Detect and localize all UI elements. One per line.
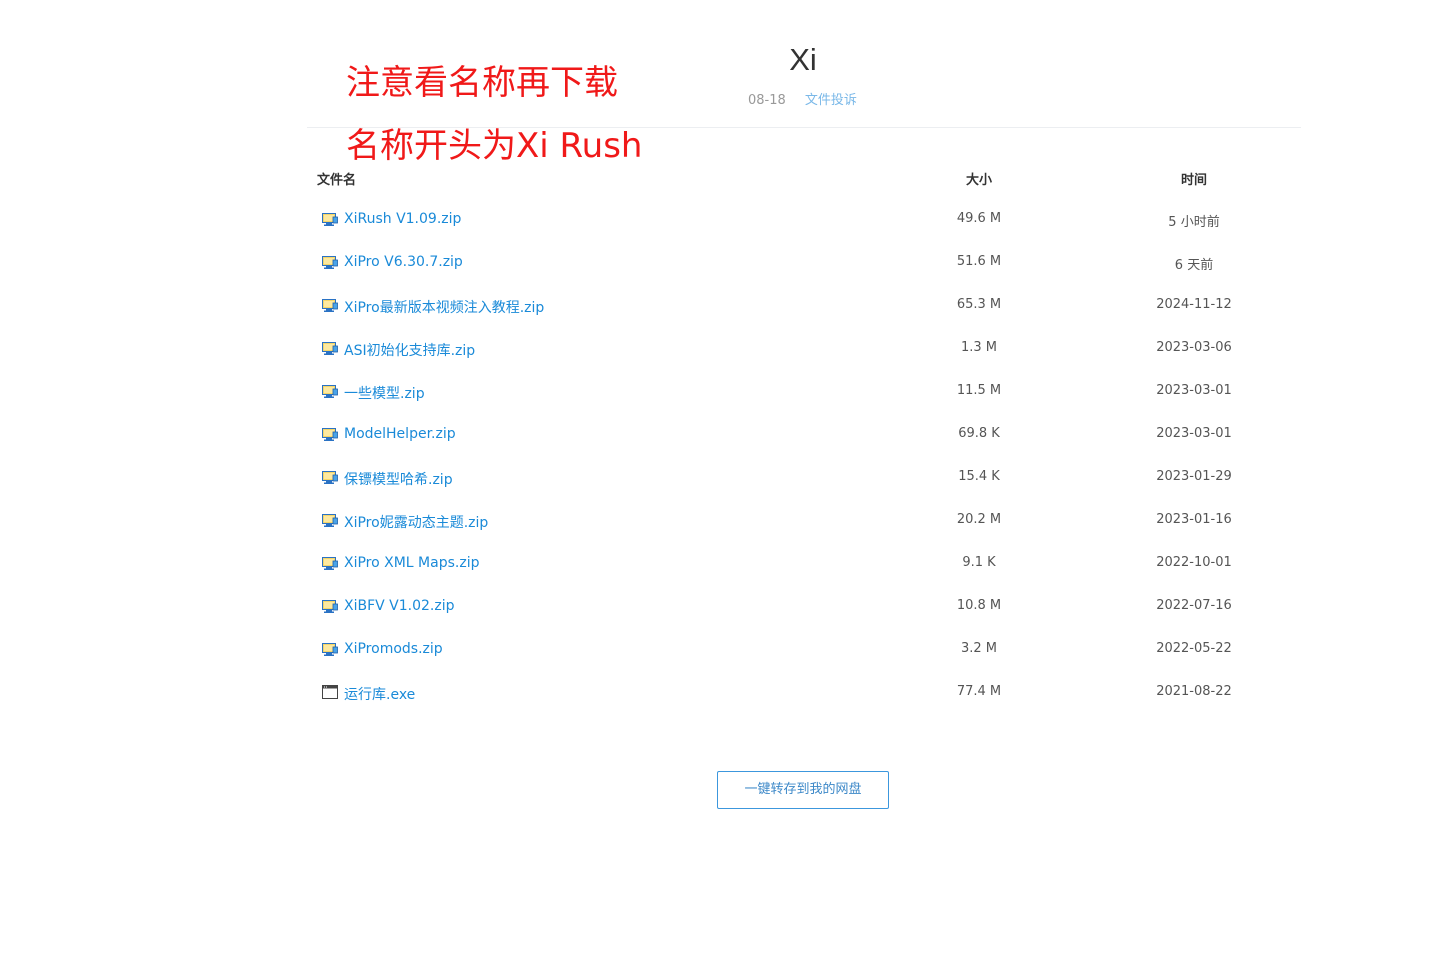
file-size: 10.8 M	[956, 598, 1002, 613]
zip-archive-icon	[322, 641, 338, 657]
file-size: 51.6 M	[956, 254, 1002, 269]
zip-archive-icon	[322, 297, 338, 313]
file-time: 6 天前	[1174, 258, 1214, 273]
table-row: XiPro XML Maps.zip 9.1 K 2022-10-01	[307, 542, 1301, 585]
file-name-link[interactable]: 一些模型.zip	[344, 383, 425, 403]
zip-archive-icon	[322, 340, 338, 356]
file-time: 2023-01-29	[1156, 469, 1232, 484]
table-row: 运行库.exe 77.4 M 2021-08-22	[307, 671, 1301, 714]
save-to-netdisk-button[interactable]: 一键转存到我的网盘	[717, 771, 889, 809]
file-name-link[interactable]: 保镖模型哈希.zip	[344, 469, 453, 489]
zip-archive-icon	[322, 469, 338, 485]
file-time: 2023-01-16	[1156, 512, 1232, 527]
table-row: 保镖模型哈希.zip 15.4 K 2023-01-29	[307, 456, 1301, 499]
file-name-link[interactable]: XiRush V1.09.zip	[344, 211, 461, 227]
share-meta: 08-18 文件投诉	[748, 89, 857, 108]
file-time: 2022-07-16	[1156, 598, 1232, 613]
table-row: XiPromods.zip 3.2 M 2022-05-22	[307, 628, 1301, 671]
file-name-link[interactable]: XiPro XML Maps.zip	[344, 555, 479, 571]
file-name-link[interactable]: XiPromods.zip	[344, 641, 443, 657]
file-time: 2022-05-22	[1156, 641, 1232, 656]
zip-archive-icon	[322, 211, 338, 227]
file-time: 2022-10-01	[1156, 555, 1232, 570]
file-size: 11.5 M	[956, 383, 1002, 398]
file-list: XiRush V1.09.zip 49.6 M 5 小时前 XiPro V6.30.7…	[307, 198, 1301, 714]
file-name-link[interactable]: XiPro妮露动态主题.zip	[344, 512, 488, 532]
table-row: ModelHelper.zip 69.8 K 2023-03-01	[307, 413, 1301, 456]
file-time: 2023-03-01	[1156, 426, 1232, 441]
file-size: 9.1 K	[962, 555, 996, 570]
exe-window-icon	[322, 684, 338, 700]
zip-archive-icon	[322, 555, 338, 571]
report-file-link[interactable]: 文件投诉	[805, 93, 857, 108]
zip-archive-icon	[322, 598, 338, 614]
file-time: 5 小时前	[1168, 215, 1220, 230]
file-time: 2021-08-22	[1156, 684, 1232, 699]
file-name-link[interactable]: ASI初始化支持库.zip	[344, 340, 475, 360]
column-header-name[interactable]: 文件名	[317, 169, 356, 188]
file-size: 15.4 K	[958, 469, 1000, 484]
table-row: XiPro最新版本视频注入教程.zip 65.3 M 2024-11-12	[307, 284, 1301, 327]
column-header-size[interactable]: 大小	[909, 169, 1049, 188]
file-size: 3.2 M	[960, 641, 998, 656]
table-row: 一些模型.zip 11.5 M 2023-03-01	[307, 370, 1301, 413]
file-size: 49.6 M	[956, 211, 1002, 226]
table-row: XiRush V1.09.zip 49.6 M 5 小时前	[307, 198, 1301, 241]
file-name-link[interactable]: XiBFV V1.02.zip	[344, 598, 455, 614]
table-row: XiPro V6.30.7.zip 51.6 M 6 天前	[307, 241, 1301, 284]
zip-archive-icon	[322, 512, 338, 528]
file-table: 文件名 大小 时间 XiRush V1.09.zip 49.6 M 5 小时前 XiP…	[307, 156, 1301, 714]
zip-archive-icon	[322, 426, 338, 442]
column-header-time[interactable]: 时间	[1114, 169, 1274, 188]
zip-archive-icon	[322, 254, 338, 270]
file-name-link[interactable]: 运行库.exe	[344, 684, 415, 704]
file-size: 20.2 M	[956, 512, 1002, 527]
zip-archive-icon	[322, 383, 338, 399]
file-time: 2023-03-06	[1156, 340, 1232, 355]
table-row: XiPro妮露动态主题.zip 20.2 M 2023-01-16	[307, 499, 1301, 542]
page-title: Xi	[789, 42, 817, 77]
file-size: 69.8 K	[958, 426, 1000, 441]
table-row: ASI初始化支持库.zip 1.3 M 2023-03-06	[307, 327, 1301, 370]
file-name-link[interactable]: XiPro最新版本视频注入教程.zip	[344, 297, 544, 317]
file-name-link[interactable]: ModelHelper.zip	[344, 426, 456, 442]
file-size: 65.3 M	[956, 297, 1002, 312]
file-time: 2024-11-12	[1156, 297, 1232, 312]
file-time: 2023-03-01	[1156, 383, 1232, 398]
header-divider	[307, 127, 1301, 128]
table-row: XiBFV V1.02.zip 10.8 M 2022-07-16	[307, 585, 1301, 628]
annotation-note-1: 注意看名称再下载	[346, 63, 618, 103]
file-size: 1.3 M	[960, 340, 998, 355]
file-name-link[interactable]: XiPro V6.30.7.zip	[344, 254, 463, 270]
table-header: 文件名 大小 时间	[307, 156, 1301, 198]
share-date: 08-18	[748, 93, 786, 108]
file-size: 77.4 M	[956, 684, 1002, 699]
